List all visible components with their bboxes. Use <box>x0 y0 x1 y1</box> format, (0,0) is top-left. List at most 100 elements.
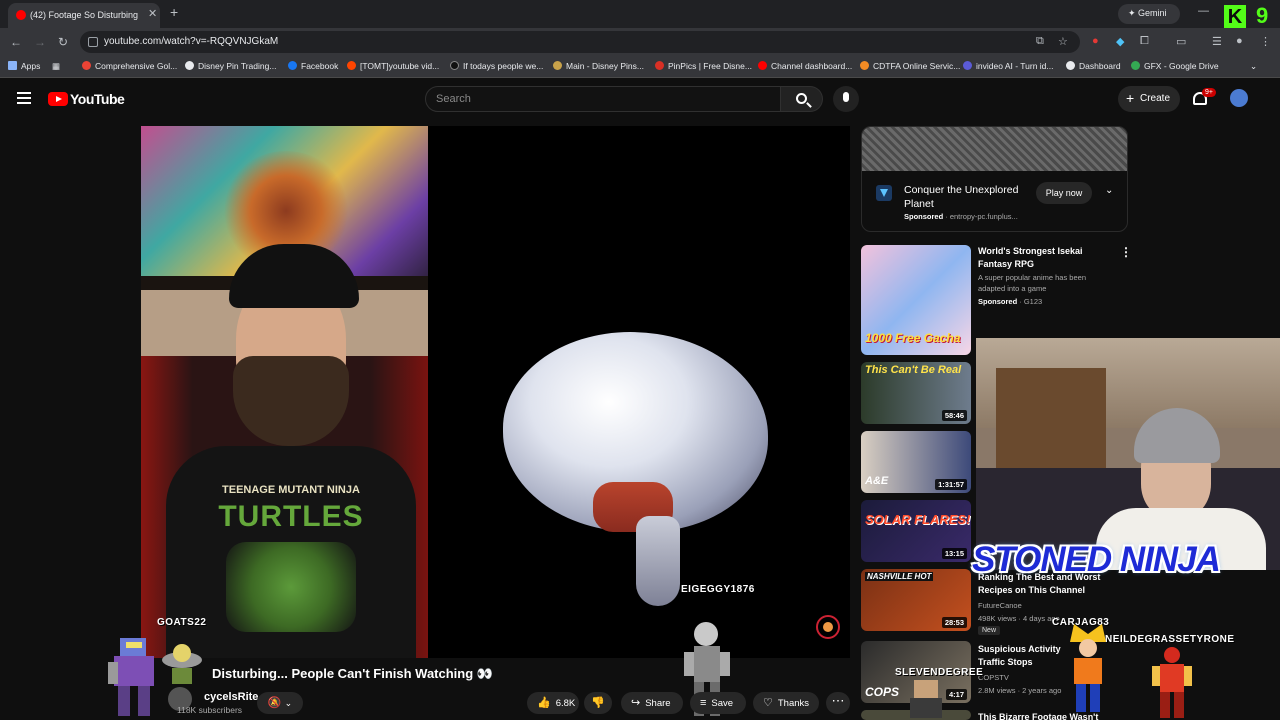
thumbs-down-icon: 👎 <box>591 697 605 709</box>
create-button[interactable]: + Create <box>1118 86 1180 112</box>
bookmark-item[interactable]: invideo AI - Turn id... <box>963 61 1053 71</box>
bookmark-label: [TOMT]youtube vid... <box>360 61 440 71</box>
apps-grid-icon <box>8 61 17 70</box>
bookmark-item[interactable]: PinPics | Free Disne... <box>655 61 752 71</box>
video-thumbnail[interactable]: NASHVILLE HOT 28:53 <box>861 569 971 631</box>
kick-logo-icon: K <box>1224 5 1246 29</box>
ad-banner-image <box>862 127 1127 171</box>
chevron-down-icon: ⌄ <box>284 698 293 708</box>
bookmark-label: Channel dashboard... <box>771 61 853 71</box>
bookmark-star-icon[interactable]: ☆ <box>1058 35 1068 48</box>
kick-count: 9 <box>1256 3 1269 28</box>
chrome-menu-icon[interactable]: ⋮ <box>1260 35 1271 48</box>
gemini-button[interactable]: ✦ Gemini <box>1118 4 1180 24</box>
bookmark-item[interactable]: Dashboard <box>1066 61 1121 71</box>
channel-name[interactable]: cycelsRite <box>204 691 258 703</box>
bookmark-item[interactable]: CDTFA Online Servic... <box>860 61 960 71</box>
sidebar-video-sponsor-line: Sponsored · G123 <box>978 296 1042 307</box>
google-drive-icon <box>1131 61 1140 70</box>
bookmark-item[interactable]: Facebook <box>288 61 338 71</box>
plus-icon: + <box>1126 90 1135 106</box>
new-tab-icon[interactable]: + <box>170 4 178 20</box>
browser-tab-active[interactable]: (42) Footage So Disturbing ✕ <box>8 3 160 28</box>
sidebar-video-title[interactable]: Suspicious Activity Traffic Stops <box>978 643 1068 669</box>
chevron-down-icon[interactable]: ⌄ <box>1105 185 1113 196</box>
video-thumbnail[interactable]: SOLAR FLARES! 13:15 <box>861 500 971 562</box>
dashboard-icon <box>1066 61 1075 70</box>
share-arrow-icon: ↪ <box>631 697 641 709</box>
bookmark-item[interactable]: If todays people we... <box>450 61 543 71</box>
install-app-icon[interactable]: ⧉ <box>1036 35 1044 48</box>
secondary-webcam-feed <box>976 338 1280 570</box>
extensions-puzzle-icon[interactable]: ⧠ <box>1140 35 1149 48</box>
cast-icon[interactable]: ☰ <box>1212 35 1222 48</box>
bookmark-item[interactable]: GFX - Google Drive <box>1131 61 1219 71</box>
voice-search-microphone-icon[interactable] <box>833 86 859 112</box>
like-button[interactable]: 👍 6.8K <box>527 692 579 714</box>
browser-tab-strip: (42) Footage So Disturbing ✕ + ✦ Gemini … <box>0 0 1280 29</box>
save-playlist-icon: ≡ <box>700 697 707 709</box>
dislike-button[interactable]: 👎 <box>584 692 612 714</box>
pinterest-icon <box>655 61 664 70</box>
youtube-logo-icon[interactable] <box>48 92 68 106</box>
pixel-character-sprite <box>910 680 942 718</box>
back-icon[interactable]: ← <box>10 35 22 49</box>
invideo-icon <box>963 61 972 70</box>
youtube-logo-text[interactable]: YouTube <box>70 91 125 107</box>
bookmark-item[interactable]: Channel dashboard... <box>758 61 852 71</box>
chevron-down-icon[interactable]: ⌄ <box>1250 61 1257 72</box>
thumbnail-text: NASHVILLE HOT <box>865 572 934 581</box>
avatar[interactable] <box>1230 89 1248 107</box>
extension-blue-icon[interactable]: ◆ <box>1116 35 1124 48</box>
subscription-bell-button[interactable]: 🔕 ⌄ <box>257 692 303 714</box>
video-thumbnail[interactable]: This Can't Be Real 58:46 <box>861 362 971 424</box>
bookmark-label: Comprehensive Gol... <box>95 61 178 71</box>
video-player[interactable]: TEENAGE MUTANT NINJA TURTLES GOATS22 EIG… <box>141 126 850 658</box>
bookmark-apps[interactable]: Apps <box>8 61 40 71</box>
thanks-button[interactable]: ♡ Thanks <box>753 692 819 714</box>
share-button[interactable]: ↪ Share <box>621 692 683 714</box>
tab-groups-icon[interactable]: ▦ <box>52 61 60 72</box>
sponsored-label: Sponsored <box>978 297 1018 306</box>
more-actions-button[interactable]: ⋯ <box>826 692 850 714</box>
video-duration: 13:15 <box>941 548 967 559</box>
minimize-icon[interactable]: — <box>1198 5 1209 17</box>
ad-title[interactable]: Conquer the Unexplored Planet <box>904 183 1034 211</box>
video-thumbnail[interactable]: 1000 Free Gacha <box>861 245 971 355</box>
extension-red-icon[interactable]: ● <box>1092 35 1099 47</box>
search-input[interactable]: Search <box>425 86 781 112</box>
youtube-favicon-icon <box>758 61 767 70</box>
more-vertical-icon[interactable]: ⋮ <box>1120 245 1132 259</box>
bookmark-item[interactable]: Comprehensive Gol... <box>82 61 177 71</box>
bookmark-item[interactable]: Disney Pin Trading... <box>185 61 276 71</box>
bookmark-label: Dashboard <box>1079 61 1121 71</box>
save-button[interactable]: ≡ Save <box>690 692 746 714</box>
sidebar-video-title[interactable]: World's Strongest Isekai Fantasy RPG <box>978 245 1113 271</box>
thanks-heart-dollar-icon: ♡ <box>763 697 773 709</box>
menu-hamburger-icon[interactable] <box>17 92 31 104</box>
tiktok-icon <box>450 61 459 70</box>
reload-icon[interactable]: ↻ <box>58 35 68 49</box>
forward-icon[interactable]: → <box>34 35 46 49</box>
new-badge: New <box>978 626 1001 635</box>
bookmark-item[interactable]: Main - Disney Pins... <box>553 61 644 71</box>
play-now-button[interactable]: Play now <box>1036 182 1092 204</box>
profile-icon[interactable]: ● <box>1236 35 1243 47</box>
overlay-username: NEILDEGRASSETYRONE <box>1105 634 1235 645</box>
facebook-icon <box>288 61 297 70</box>
close-icon[interactable]: ✕ <box>148 7 157 20</box>
side-panel-icon[interactable]: ▭ <box>1176 35 1186 48</box>
site-info-icon[interactable] <box>88 37 98 47</box>
search-button[interactable] <box>781 86 823 112</box>
sponsored-ad-card[interactable]: Conquer the Unexplored Planet Sponsored … <box>861 126 1128 232</box>
brain-render <box>503 332 768 532</box>
sidebar-video-channel[interactable]: FutureCanoe <box>978 600 1022 611</box>
shirt-text-line1: TEENAGE MUTANT NINJA <box>222 484 360 496</box>
overlay-username: SLEVENDEGREE <box>895 667 984 678</box>
video-title: Disturbing... People Can't Finish Watchi… <box>212 666 493 681</box>
video-thumbnail[interactable]: A&E 1:31:57 <box>861 431 971 493</box>
bookmark-label: Apps <box>21 61 41 71</box>
address-bar[interactable]: youtube.com/watch?v=-RQQVNJGkaM <box>80 31 1080 53</box>
bookmark-item[interactable]: [TOMT]youtube vid... <box>347 61 439 71</box>
save-label: Save <box>711 698 734 709</box>
